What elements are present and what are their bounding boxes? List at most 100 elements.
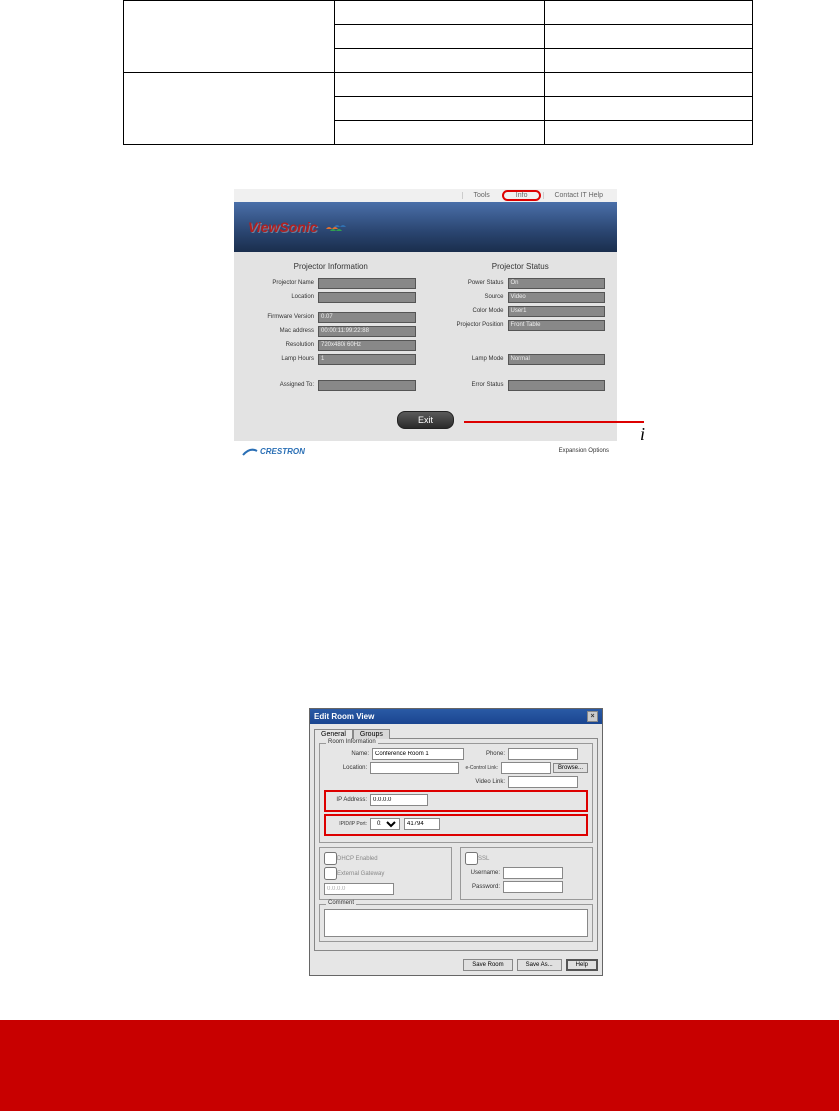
name-field[interactable]: [372, 748, 464, 760]
table-cell: [334, 25, 545, 49]
name-label: Name:: [324, 751, 372, 757]
tab-info[interactable]: Info: [502, 190, 542, 201]
tab-general[interactable]: General: [314, 729, 353, 739]
tabbar: Tools Info Contact IT Help: [234, 189, 617, 202]
ipid-select[interactable]: 02: [370, 818, 400, 830]
edit-room-tabs: GeneralGroups: [310, 724, 602, 738]
table-cell: [545, 25, 753, 49]
val-colormode: User1: [508, 306, 606, 317]
val-power: On: [508, 278, 606, 289]
val-assigned: [318, 380, 416, 391]
projector-information-col: Projector Information Projector Name Loc…: [246, 262, 416, 393]
lbl-power: Power Status: [436, 280, 508, 286]
edit-room-title: Edit Room View: [314, 712, 374, 721]
table-cell: [545, 97, 753, 121]
ssl-checkbox[interactable]: [465, 852, 478, 865]
val-lampmode: Normal: [508, 354, 606, 365]
ssl-label: SSL: [478, 856, 489, 862]
tab-tools[interactable]: Tools: [462, 192, 499, 199]
table-cell: [334, 97, 545, 121]
swoosh-icon: [242, 445, 258, 457]
close-icon[interactable]: ×: [587, 711, 598, 722]
callout-i-label: i: [640, 424, 645, 445]
econtrol-field[interactable]: [501, 762, 551, 774]
location-field[interactable]: [370, 762, 458, 774]
comment-field[interactable]: [324, 909, 588, 937]
save-room-button[interactable]: Save Room: [463, 959, 512, 971]
col-title-info: Projector Information: [246, 262, 416, 271]
projector-info-screenshot: Tools Info Contact IT Help ViewSonic Pro…: [234, 189, 617, 461]
edit-room-content: Room Information Name: Phone: Location: …: [314, 738, 598, 951]
projector-status-col: Projector Status Power StatusOn SourceVi…: [436, 262, 606, 393]
lbl-source: Source: [436, 294, 508, 300]
callout-line: [464, 421, 644, 423]
save-as-button[interactable]: Save As...: [517, 959, 562, 971]
ssl-group: SSL Username: Password:: [460, 847, 593, 900]
table-cell: [334, 121, 545, 145]
ipid-highlight-box: IPID/IP Port: 02: [324, 814, 588, 836]
exit-button[interactable]: Exit: [397, 411, 454, 429]
ip-field[interactable]: [370, 794, 428, 806]
room-information-group: Room Information Name: Phone: Location: …: [319, 743, 593, 843]
table-cell: [124, 1, 335, 73]
ext-gateway-field[interactable]: [324, 883, 394, 895]
lbl-mac: Mac address: [246, 328, 318, 334]
ipport-field[interactable]: [404, 818, 440, 830]
room-info-title: Room Information: [326, 739, 378, 745]
browse-button[interactable]: Browse...: [553, 763, 588, 773]
ipid-label: IPID/IP Port:: [328, 821, 370, 827]
help-button[interactable]: Help: [566, 959, 598, 971]
dhcp-group: DHCP Enabled External Gateway: [319, 847, 452, 900]
comment-label: Comment: [326, 900, 356, 906]
dhcp-checkbox[interactable]: [324, 852, 337, 865]
brand-logo: ViewSonic: [248, 219, 318, 235]
projector-header: ViewSonic: [234, 202, 617, 252]
ip-highlight-box: IP Address:: [324, 790, 588, 812]
username-label: Username:: [465, 870, 503, 876]
lbl-lampmode: Lamp Mode: [436, 356, 508, 362]
username-field[interactable]: [503, 867, 563, 879]
lbl-projector-name: Projector Name: [246, 280, 318, 286]
expansion-options[interactable]: Expansion Options: [559, 448, 609, 454]
tab-contact[interactable]: Contact IT Help: [543, 192, 613, 199]
lbl-location: Location: [246, 294, 318, 300]
phone-field[interactable]: [508, 748, 578, 760]
val-resolution: 720x480i 60Hz: [318, 340, 416, 351]
projector-footer: CRESTRON Expansion Options: [234, 441, 617, 461]
password-label: Password:: [465, 884, 503, 890]
birds-icon: [324, 219, 350, 235]
lbl-error: Error Status: [436, 382, 508, 388]
password-field[interactable]: [503, 881, 563, 893]
location-label: Location:: [324, 765, 370, 771]
val-location: [318, 292, 416, 303]
table-cell: [545, 73, 753, 97]
ip-label: IP Address:: [328, 797, 370, 803]
table-cell: [334, 1, 545, 25]
table-cell: [334, 73, 545, 97]
ext-gateway-label: External Gateway: [337, 871, 384, 877]
edit-room-footer: Save Room Save As... Help: [310, 955, 602, 975]
lbl-resolution: Resolution: [246, 342, 318, 348]
tab-groups[interactable]: Groups: [353, 729, 390, 739]
val-projector-name: [318, 278, 416, 289]
val-position: Front Table: [508, 320, 606, 331]
edit-room-titlebar: Edit Room View ×: [310, 709, 602, 724]
table-cell: [334, 49, 545, 73]
table-cell: [545, 121, 753, 145]
top-table: [123, 0, 753, 145]
val-source: Video: [508, 292, 606, 303]
crestron-logo: CRESTRON: [242, 445, 305, 457]
val-error: [508, 380, 606, 391]
lbl-firmware: Firmware Version: [246, 314, 318, 320]
video-label: Video Link:: [464, 779, 508, 785]
val-firmware: 0.07: [318, 312, 416, 323]
ext-gateway-checkbox[interactable]: [324, 867, 337, 880]
econtrol-label: e-Control Link:: [459, 765, 501, 771]
footer-bar: [0, 1020, 839, 1111]
dhcp-label: DHCP Enabled: [337, 856, 378, 862]
phone-label: Phone:: [464, 751, 508, 757]
video-field[interactable]: [508, 776, 578, 788]
projector-body: Projector Information Projector Name Loc…: [234, 252, 617, 441]
lbl-assigned: Assigned To:: [246, 382, 318, 388]
val-lamphours: 1: [318, 354, 416, 365]
